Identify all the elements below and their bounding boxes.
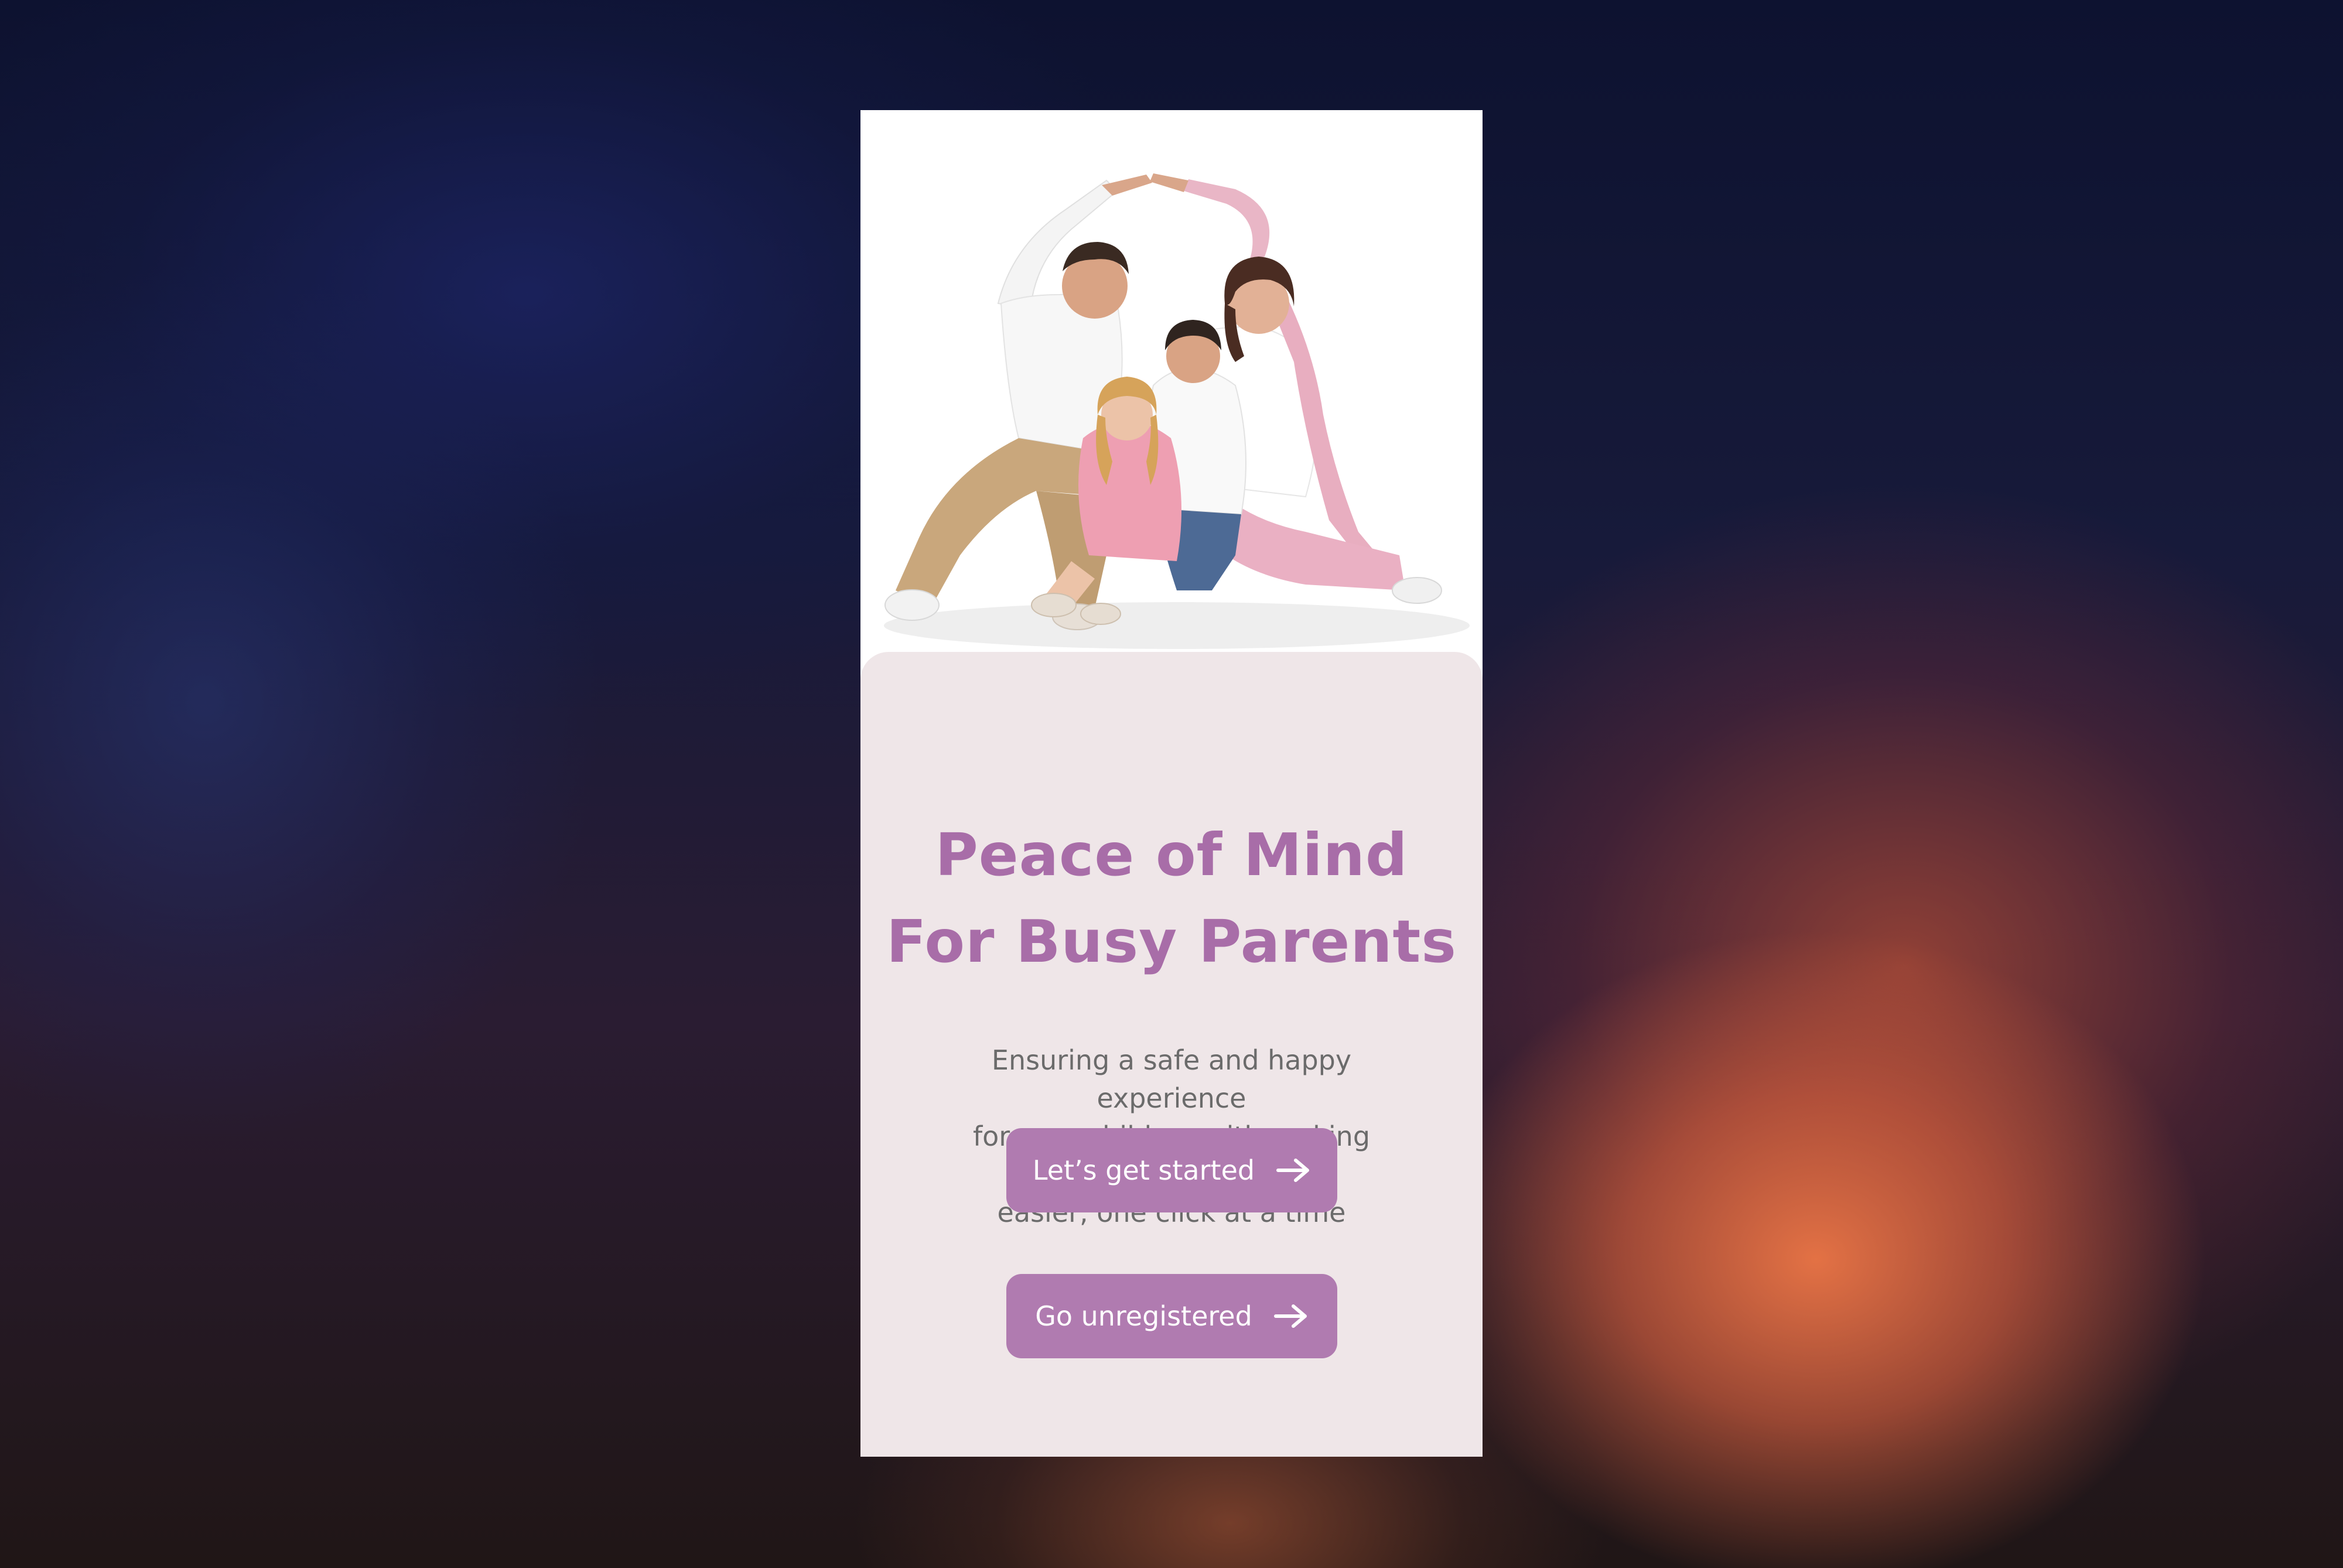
subtitle-line-1: Ensuring a safe and happy experience: [991, 1044, 1352, 1114]
go-unregistered-label: Go unregistered: [1035, 1300, 1252, 1332]
arrow-right-icon: [1276, 1159, 1310, 1182]
get-started-label: Let’s get started: [1032, 1154, 1255, 1186]
page-title: Peace of Mind For Busy Parents: [860, 812, 1483, 985]
onboarding-screen: Peace of Mind For Busy Parents Ensuring …: [860, 110, 1483, 1457]
get-started-button[interactable]: Let’s get started: [1006, 1128, 1337, 1212]
family-photo: [860, 110, 1483, 661]
title-line-2: For Busy Parents: [886, 907, 1457, 976]
go-unregistered-button[interactable]: Go unregistered: [1006, 1274, 1337, 1358]
arrow-right-icon: [1273, 1304, 1307, 1328]
title-line-1: Peace of Mind: [935, 821, 1408, 889]
family-illustration: [884, 173, 1470, 649]
